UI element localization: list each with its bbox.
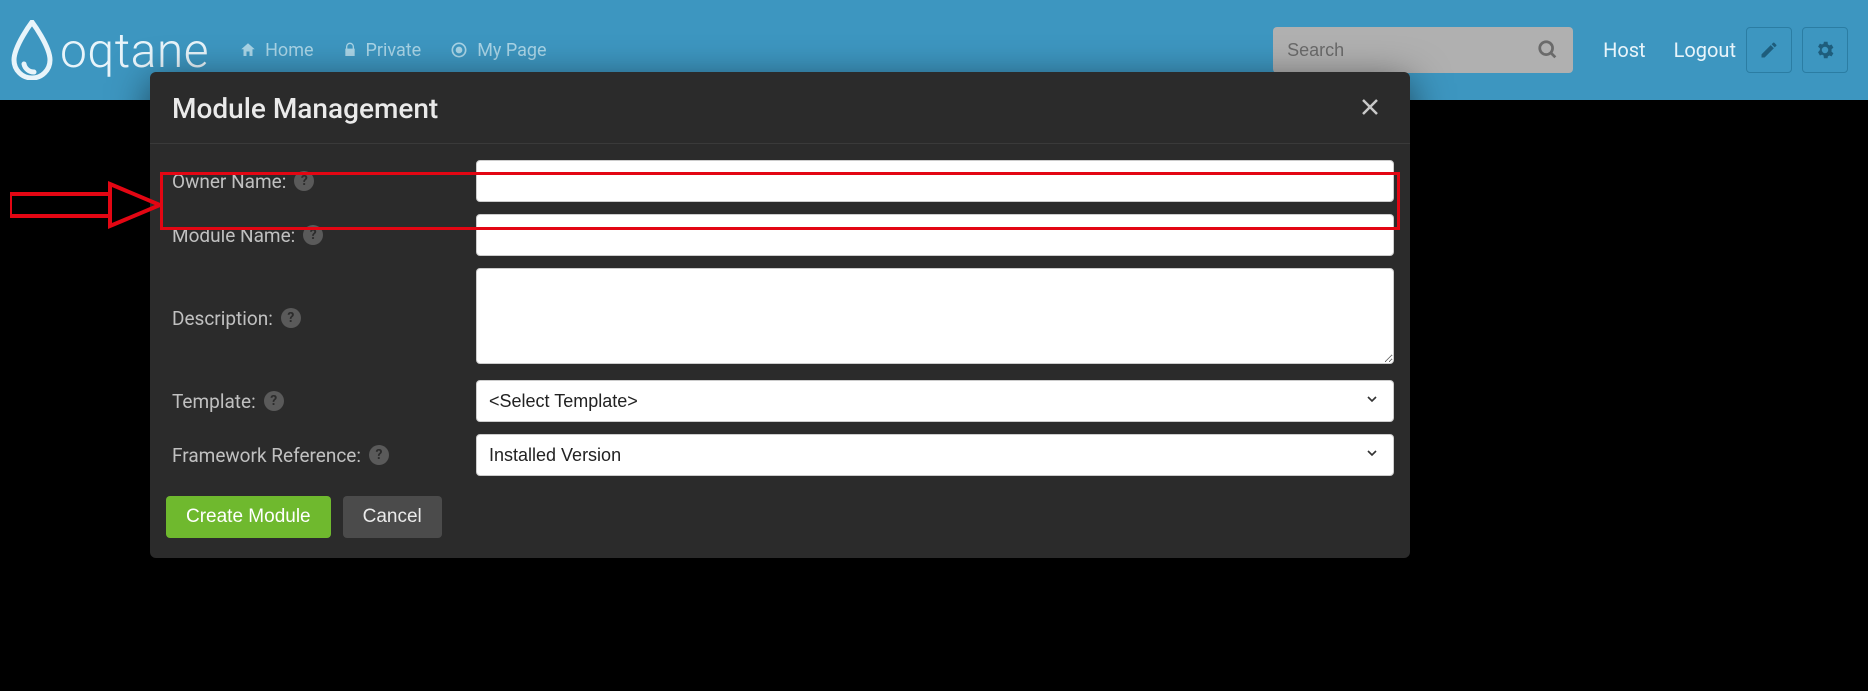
row-template: Template: ? <Select Template> [166, 374, 1394, 428]
search-input[interactable] [1287, 40, 1537, 61]
label-owner-name-text: Owner Name: [172, 170, 286, 193]
help-icon[interactable]: ? [369, 445, 389, 465]
nav-mypage-label: My Page [477, 40, 546, 61]
nav-home[interactable]: Home [239, 40, 313, 61]
create-module-button[interactable]: Create Module [166, 496, 331, 538]
nav-private[interactable]: Private [342, 40, 422, 61]
nav-links: Home Private My Page [239, 40, 547, 61]
home-icon [239, 41, 257, 59]
nav-private-label: Private [366, 40, 422, 61]
label-template: Template: ? [166, 390, 476, 413]
nav-mypage[interactable]: My Page [449, 40, 546, 61]
settings-button[interactable] [1802, 27, 1848, 73]
label-module-name-text: Module Name: [172, 224, 295, 247]
modal-title: Module Management [172, 92, 438, 125]
label-description: Description: ? [166, 307, 476, 330]
modal-header: Module Management [150, 72, 1410, 144]
input-module-name[interactable] [476, 214, 1394, 256]
nav-home-label: Home [265, 40, 313, 61]
help-icon[interactable]: ? [303, 225, 323, 245]
drop-icon [10, 20, 54, 80]
gear-icon [1814, 39, 1836, 61]
label-module-name: Module Name: ? [166, 224, 476, 247]
pencil-icon [1759, 40, 1779, 60]
label-template-text: Template: [172, 390, 256, 413]
target-icon [449, 40, 469, 60]
row-description: Description: ? [166, 262, 1394, 374]
select-framework[interactable]: Installed Version [476, 434, 1394, 476]
user-links: Host Logout [1603, 38, 1736, 62]
label-framework: Framework Reference: ? [166, 444, 476, 467]
edit-button[interactable] [1746, 27, 1792, 73]
modal-footer: Create Module Cancel [150, 488, 1410, 558]
module-management-modal: Module Management Owner Name: ? Module N… [150, 72, 1410, 558]
help-icon[interactable]: ? [264, 391, 284, 411]
row-module-name: Module Name: ? [166, 208, 1394, 262]
lock-icon [342, 41, 358, 59]
help-icon[interactable]: ? [281, 308, 301, 328]
search-icon[interactable] [1537, 39, 1559, 61]
logout-link[interactable]: Logout [1674, 38, 1736, 62]
label-framework-text: Framework Reference: [172, 444, 361, 467]
search-box[interactable] [1273, 27, 1573, 73]
modal-close-button[interactable] [1358, 95, 1382, 123]
input-owner-name[interactable] [476, 160, 1394, 202]
modal-body: Owner Name: ? Module Name: ? Description… [150, 144, 1410, 488]
brand-name: oqtane [60, 22, 209, 79]
select-template[interactable]: <Select Template> [476, 380, 1394, 422]
row-framework: Framework Reference: ? Installed Version [166, 428, 1394, 482]
close-icon [1358, 95, 1382, 119]
annotation-arrow [10, 180, 160, 234]
host-link[interactable]: Host [1603, 38, 1646, 62]
cancel-button[interactable]: Cancel [343, 496, 442, 538]
help-icon[interactable]: ? [294, 171, 314, 191]
label-owner-name: Owner Name: ? [166, 170, 476, 193]
input-description[interactable] [476, 268, 1394, 364]
label-description-text: Description: [172, 307, 273, 330]
brand-logo[interactable]: oqtane [10, 20, 209, 80]
row-owner-name: Owner Name: ? [166, 154, 1394, 208]
